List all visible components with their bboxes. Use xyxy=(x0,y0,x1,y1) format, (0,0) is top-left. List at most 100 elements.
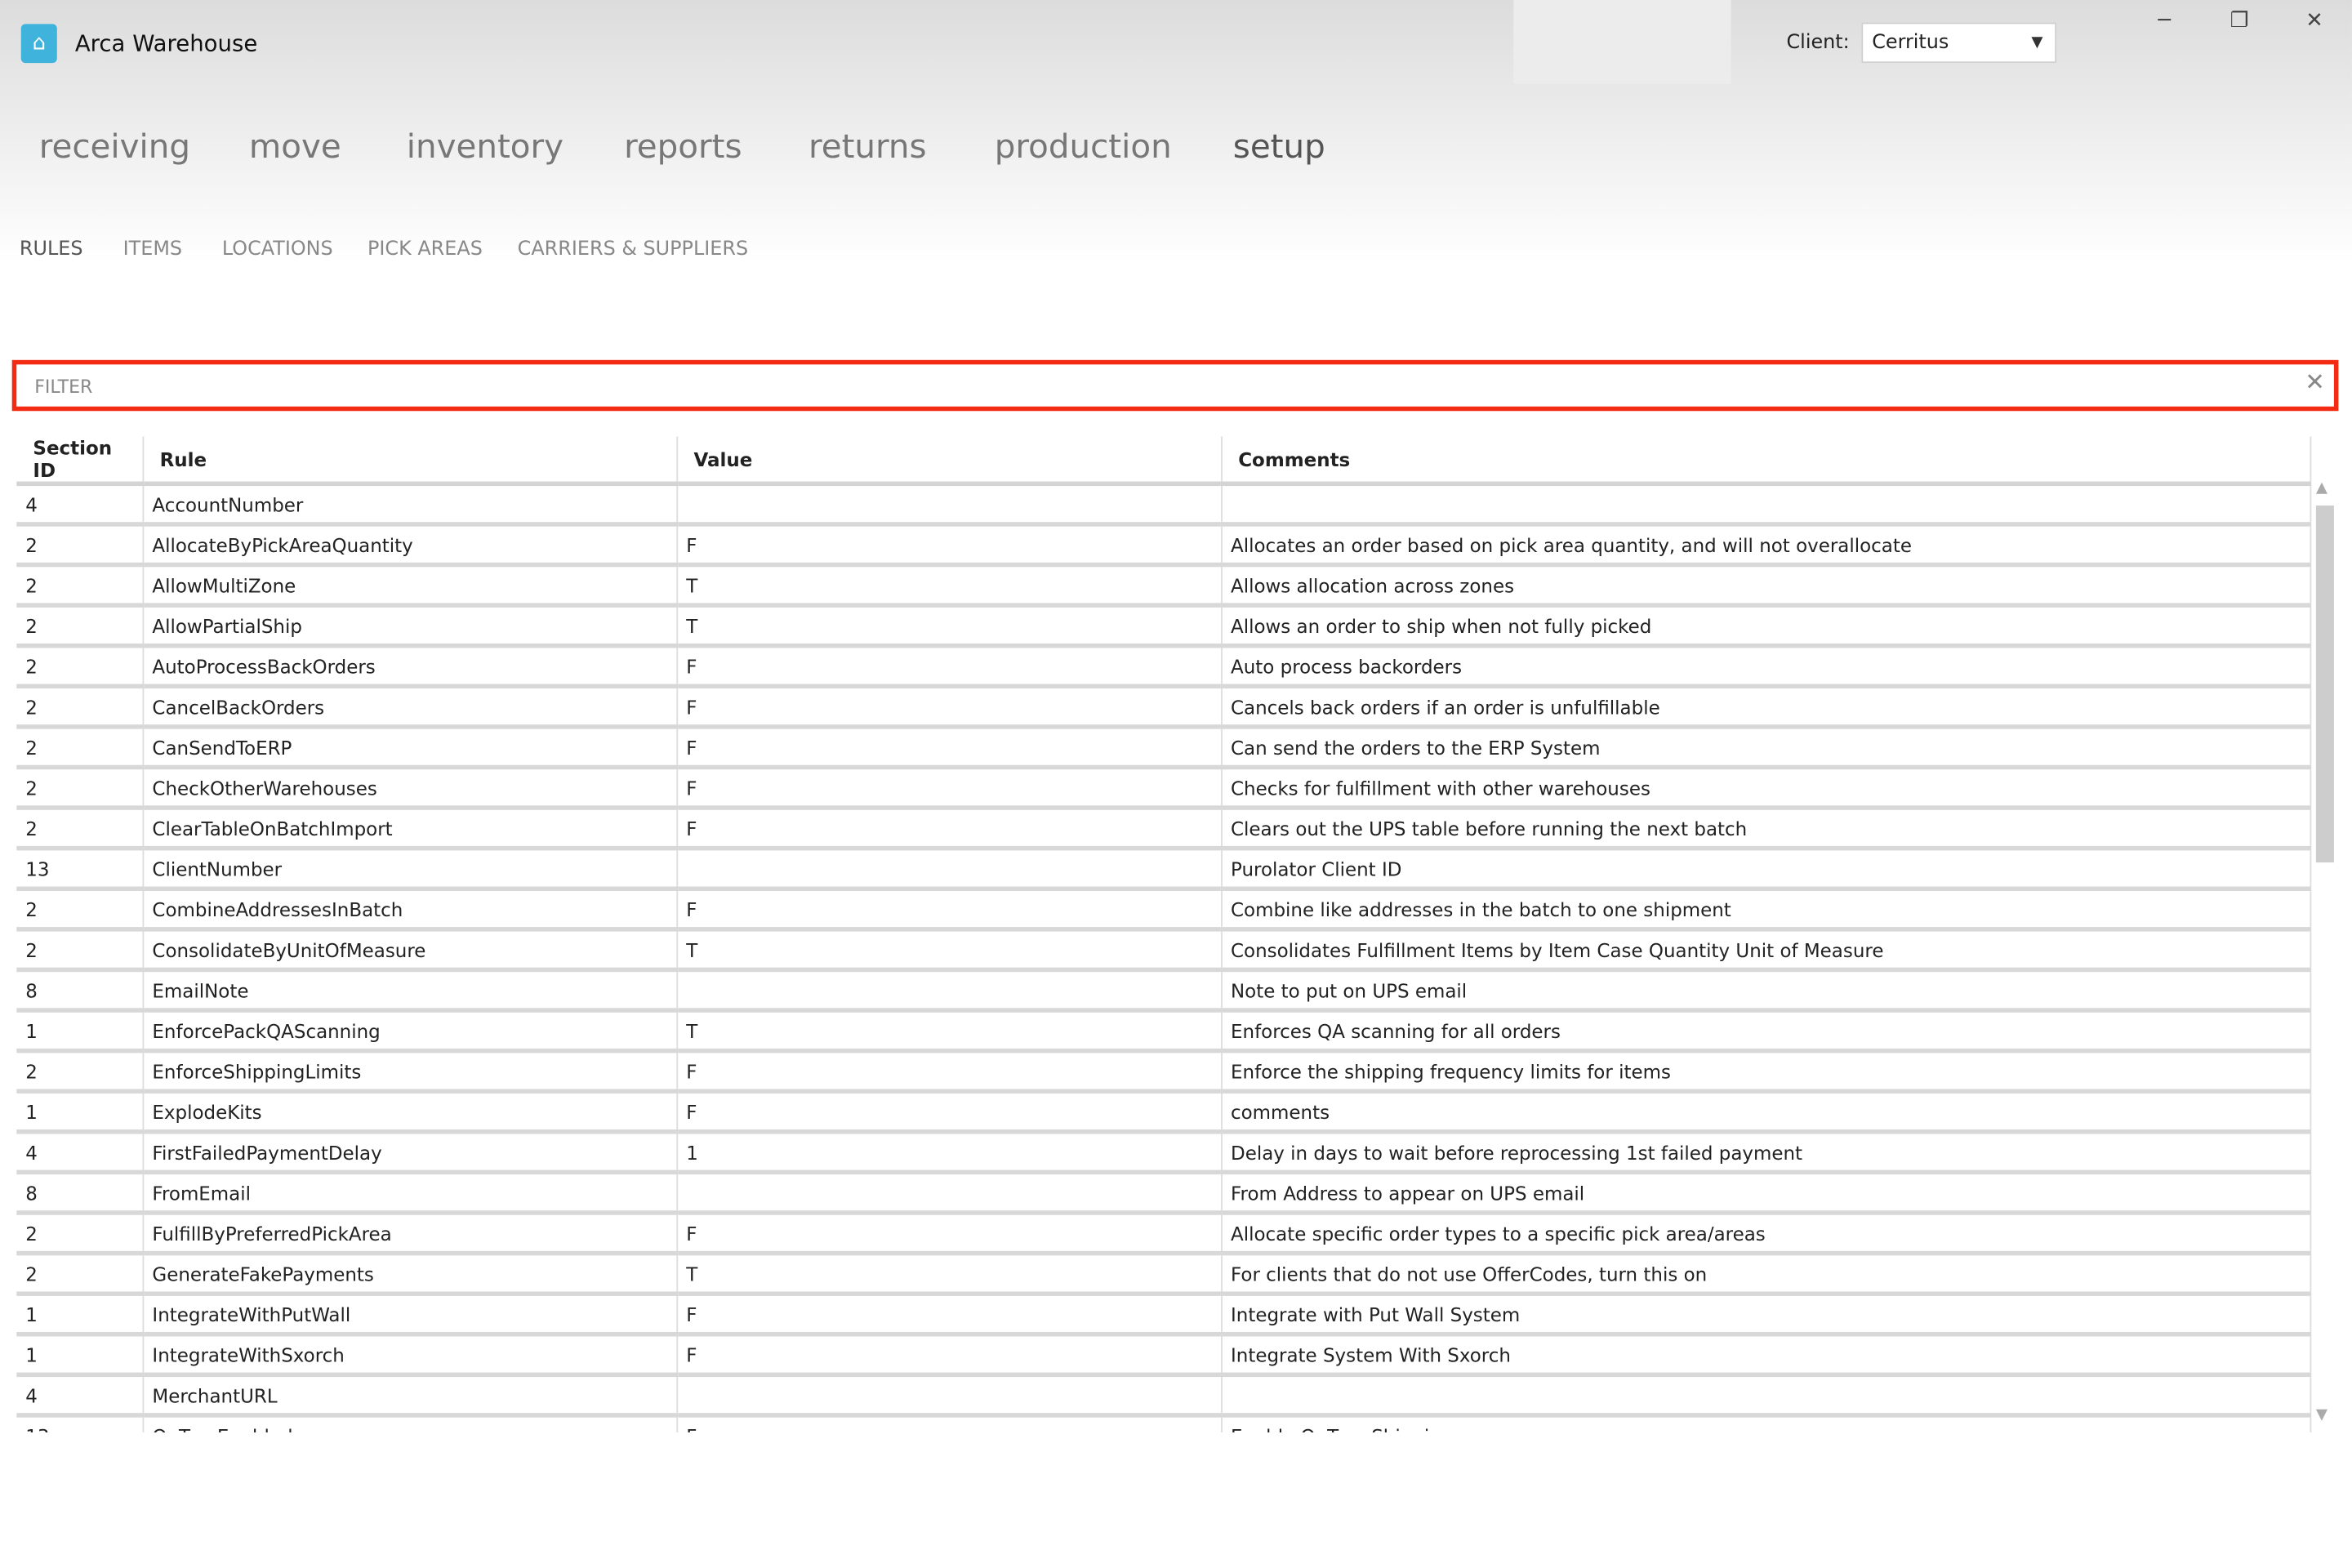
cell-rule[interactable]: GenerateFakePayments xyxy=(142,1253,678,1296)
cell-rule[interactable]: ConsolidateByUnitOfMeasure xyxy=(142,929,678,973)
table-row[interactable]: 2 FulfillByPreferredPickArea F Allocate spe… xyxy=(16,1212,2312,1256)
cell-comments[interactable]: Auto process backorders xyxy=(1221,645,2312,689)
cell-rule[interactable]: CombineAddressesInBatch xyxy=(142,889,678,932)
cell-rule[interactable]: AllowPartialShip xyxy=(142,605,678,648)
cell-rule[interactable]: EnforcePackQAScanning xyxy=(142,1010,678,1054)
cell-rule[interactable]: IntegrateWithPutWall xyxy=(142,1294,678,1337)
cell-section-id[interactable]: 4 xyxy=(16,483,144,527)
cell-comments[interactable]: Can send the orders to the ERP System xyxy=(1221,726,2312,770)
table-row[interactable]: 2 CanSendToERP F Can send the orders to the… xyxy=(16,726,2312,770)
table-row[interactable]: 2 EnforceShippingLimits F Enforce the shipp… xyxy=(16,1050,2312,1094)
table-row[interactable]: 2 GenerateFakePayments T For clients that d… xyxy=(16,1253,2312,1296)
scrollbar-thumb[interactable] xyxy=(2315,505,2334,863)
cell-section-id[interactable]: 8 xyxy=(16,1172,144,1215)
cell-value[interactable]: F xyxy=(676,523,1222,568)
cell-rule[interactable]: CanSendToERP xyxy=(142,726,678,770)
scroll-down-icon[interactable]: ▼ xyxy=(2316,1407,2328,1423)
cell-comments[interactable]: Enable OnTrac Shipping xyxy=(1221,1414,2312,1433)
cell-section-id[interactable]: 4 xyxy=(16,1131,144,1175)
cell-value[interactable]: F xyxy=(676,1294,1222,1337)
cell-value[interactable] xyxy=(676,1172,1222,1215)
nav-receiving[interactable]: receiving xyxy=(39,129,190,167)
cell-value[interactable] xyxy=(676,848,1222,891)
table-row[interactable]: 1 ExplodeKits Fcomments xyxy=(16,1091,2312,1134)
cell-section-id[interactable]: 2 xyxy=(16,1212,144,1256)
cell-rule[interactable]: EmailNote xyxy=(142,969,678,1013)
nav-returns[interactable]: returns xyxy=(808,129,927,167)
cell-value[interactable]: T xyxy=(676,605,1222,648)
table-row[interactable]: 4 AccountNumber xyxy=(16,483,2312,527)
cell-section-id[interactable]: 13 xyxy=(16,848,144,891)
table-row[interactable]: 13OnTracEnabledFEnable OnTrac Shipping xyxy=(16,1414,2312,1433)
cell-section-id[interactable]: 2 xyxy=(16,645,144,689)
cell-rule[interactable]: AllowMultiZone xyxy=(142,564,678,608)
cell-value[interactable]: F xyxy=(676,889,1222,932)
cell-section-id[interactable]: 13 xyxy=(16,1414,144,1433)
cell-value[interactable] xyxy=(676,1374,1222,1418)
table-row[interactable]: 8 FromEmail From Address to appear on UPS … xyxy=(16,1172,2312,1215)
tab-locations[interactable]: LOCATIONS xyxy=(222,238,333,261)
nav-setup[interactable]: setup xyxy=(1233,129,1325,167)
cell-section-id[interactable]: 4 xyxy=(16,1374,144,1418)
cell-comments[interactable]: Integrate System With Sxorch xyxy=(1221,1334,2312,1378)
cell-comments[interactable]: Delay in days to wait before reprocessin… xyxy=(1221,1131,2312,1175)
cell-comments[interactable]: Allows allocation across zones xyxy=(1221,564,2312,608)
cell-comments[interactable]: Combine like addresses in the batch to o… xyxy=(1221,889,2312,932)
cell-section-id[interactable]: 1 xyxy=(16,1010,144,1054)
nav-inventory[interactable]: inventory xyxy=(407,129,564,167)
cell-rule[interactable]: MerchantURL xyxy=(142,1374,678,1418)
cell-comments[interactable]: Allows an order to ship when not fully p… xyxy=(1221,605,2312,648)
cell-section-id[interactable]: 1 xyxy=(16,1294,144,1337)
cell-value[interactable]: T xyxy=(676,1253,1222,1296)
cell-rule[interactable]: FromEmail xyxy=(142,1172,678,1215)
cell-value[interactable] xyxy=(676,969,1222,1013)
tab-carriers-suppliers[interactable]: CARRIERS & SUPPLIERS xyxy=(518,238,748,261)
cell-comments[interactable]: Integrate with Put Wall System xyxy=(1221,1294,2312,1337)
table-row[interactable]: 2 CombineAddressesInBatch F Combine like ad… xyxy=(16,889,2312,932)
cell-rule[interactable]: AllocateByPickAreaQuantity xyxy=(142,523,678,568)
cell-rule[interactable]: ExplodeKits xyxy=(142,1091,678,1134)
cell-value[interactable]: T xyxy=(676,929,1222,973)
cell-rule[interactable]: CancelBackOrders xyxy=(142,686,678,729)
table-row[interactable]: 1 IntegrateWithPutWall F Integrate with Put… xyxy=(16,1294,2312,1337)
cell-rule[interactable]: AccountNumber xyxy=(142,483,678,527)
cell-comments[interactable]: Checks for fulfillment with other wareho… xyxy=(1221,767,2312,810)
cell-value[interactable]: T xyxy=(676,1010,1222,1054)
cell-comments[interactable]: Note to put on UPS email xyxy=(1221,969,2312,1013)
table-row[interactable]: 2 ConsolidateByUnitOfMeasure T Consolidates… xyxy=(16,929,2312,973)
cell-section-id[interactable]: 2 xyxy=(16,767,144,810)
tab-rules[interactable]: RULES xyxy=(20,238,83,261)
table-row[interactable]: 1 EnforcePackQAScanning T Enforces QA scann… xyxy=(16,1010,2312,1054)
cell-section-id[interactable]: 2 xyxy=(16,523,144,568)
close-button[interactable]: ✕ xyxy=(2292,9,2336,33)
cell-section-id[interactable]: 8 xyxy=(16,969,144,1013)
table-row[interactable]: 2 CheckOtherWarehouses F Checks for fulfill… xyxy=(16,767,2312,810)
cell-value[interactable]: 1 xyxy=(676,1131,1222,1175)
cell-value[interactable]: F xyxy=(676,1091,1222,1134)
table-row[interactable]: 2 AllocateByPickAreaQuantity F Allocates an… xyxy=(16,523,2312,568)
cell-value[interactable]: F xyxy=(676,1050,1222,1094)
cell-comments[interactable]: Purolator Client ID xyxy=(1221,848,2312,891)
nav-production[interactable]: production xyxy=(995,129,1172,167)
cell-comments[interactable]: Allocate specific order types to a speci… xyxy=(1221,1212,2312,1256)
column-header-comments[interactable]: Comments xyxy=(1221,436,2312,487)
cell-rule[interactable]: CheckOtherWarehouses xyxy=(142,767,678,810)
cell-value[interactable]: F xyxy=(676,726,1222,770)
cell-value[interactable]: T xyxy=(676,564,1222,608)
cell-section-id[interactable]: 2 xyxy=(16,929,144,973)
table-row[interactable]: 2 AllowPartialShip T Allows an order to shi… xyxy=(16,605,2312,648)
cell-comments[interactable]: Enforce the shipping frequency limits fo… xyxy=(1221,1050,2312,1094)
cell-section-id[interactable]: 2 xyxy=(16,808,144,851)
client-select[interactable]: Cerritus ▼ xyxy=(1861,22,2057,64)
cell-comments[interactable]: Enforces QA scanning for all orders xyxy=(1221,1010,2312,1054)
cell-value[interactable]: F xyxy=(676,1414,1222,1433)
cell-comments[interactable] xyxy=(1221,1374,2312,1418)
column-header-value[interactable]: Value xyxy=(676,436,1222,487)
cell-value[interactable] xyxy=(676,483,1222,527)
cell-comments[interactable]: Allocates an order based on pick area qu… xyxy=(1221,523,2312,568)
tab-items[interactable]: ITEMS xyxy=(123,238,182,261)
cell-rule[interactable]: OnTracEnabled xyxy=(142,1414,678,1433)
table-row[interactable]: 4 MerchantURL xyxy=(16,1374,2312,1418)
cell-rule[interactable]: AutoProcessBackOrders xyxy=(142,645,678,689)
cell-value[interactable]: F xyxy=(676,1212,1222,1256)
